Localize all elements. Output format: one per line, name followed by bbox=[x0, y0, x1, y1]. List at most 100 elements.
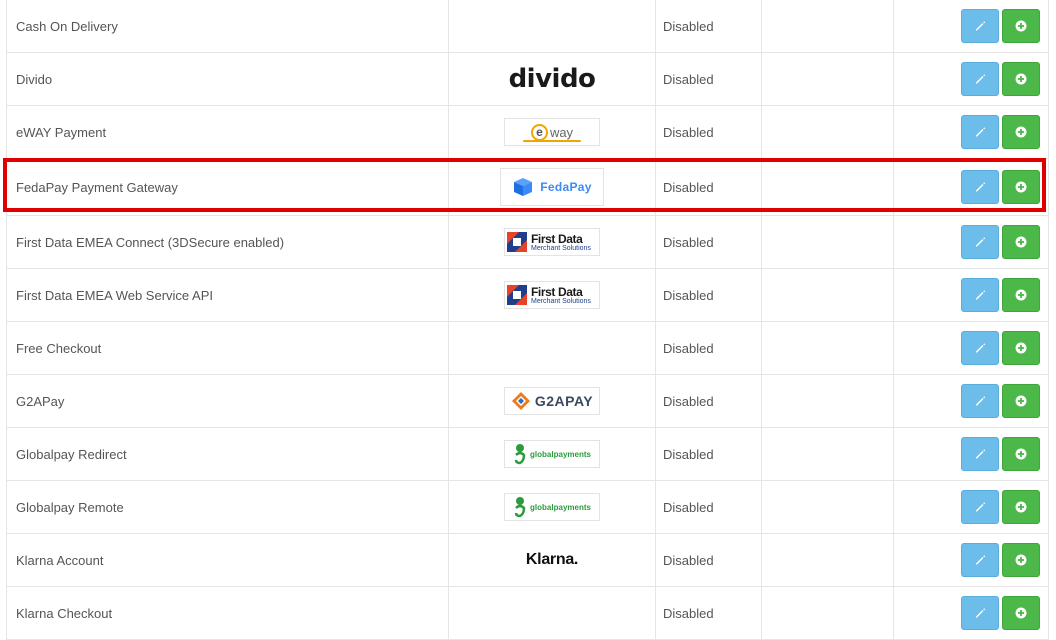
install-button[interactable] bbox=[1002, 596, 1040, 630]
extension-name: Klarna Account bbox=[7, 534, 449, 586]
edit-button[interactable] bbox=[961, 490, 999, 524]
extension-name: Free Checkout bbox=[7, 322, 449, 374]
extension-sort-order bbox=[762, 0, 894, 52]
firstdata-mark-icon bbox=[507, 285, 527, 305]
install-button[interactable] bbox=[1002, 9, 1040, 43]
plus-circle-icon bbox=[1015, 126, 1027, 138]
eway-wordmark: way bbox=[549, 124, 574, 140]
pencil-icon bbox=[976, 182, 986, 192]
table-row: Klarna Account Klarna. Disabled bbox=[7, 534, 1048, 587]
edit-button[interactable] bbox=[961, 543, 999, 577]
install-button[interactable] bbox=[1002, 278, 1040, 312]
install-button[interactable] bbox=[1002, 543, 1040, 577]
extension-actions bbox=[894, 587, 1048, 639]
g2apay-diamond-icon bbox=[511, 392, 530, 410]
table-row: Cash On Delivery Disabled bbox=[7, 0, 1048, 53]
edit-button[interactable] bbox=[961, 331, 999, 365]
firstdata-subtitle: Merchant Solutions bbox=[531, 297, 591, 305]
klarna-logo: Klarna. bbox=[525, 551, 579, 568]
pencil-icon bbox=[976, 608, 986, 618]
install-button[interactable] bbox=[1002, 62, 1040, 96]
extension-logo-cell: First Data Merchant Solutions bbox=[449, 269, 656, 321]
extension-actions bbox=[894, 375, 1048, 427]
firstdata-wordmark: First Data bbox=[531, 231, 583, 246]
fedapay-wordmark: FedaPay bbox=[540, 180, 592, 194]
extension-actions bbox=[894, 106, 1048, 158]
extension-sort-order bbox=[762, 375, 894, 427]
install-button[interactable] bbox=[1002, 490, 1040, 524]
extension-actions bbox=[894, 322, 1048, 374]
table-row: Globalpay Redirect globalpayments Disabl… bbox=[7, 428, 1048, 481]
extension-logo-cell: divido bbox=[449, 53, 656, 105]
extension-sort-order bbox=[762, 53, 894, 105]
globalpayments-wordmark: globalpayments bbox=[530, 502, 591, 512]
extension-status: Disabled bbox=[656, 0, 762, 52]
extension-status: Disabled bbox=[656, 534, 762, 586]
eway-e-mark: e bbox=[530, 123, 548, 141]
extension-status: Disabled bbox=[656, 481, 762, 533]
extension-name: Globalpay Redirect bbox=[7, 428, 449, 480]
firstdata-mark-icon bbox=[507, 232, 527, 252]
plus-circle-icon bbox=[1015, 501, 1027, 513]
extension-logo-cell bbox=[449, 587, 656, 639]
extension-status: Disabled bbox=[656, 322, 762, 374]
extension-actions bbox=[894, 159, 1048, 215]
edit-button[interactable] bbox=[961, 9, 999, 43]
edit-button[interactable] bbox=[961, 437, 999, 471]
pencil-icon bbox=[976, 21, 986, 31]
globalpayments-wordmark: globalpayments bbox=[530, 449, 591, 459]
pencil-icon bbox=[976, 127, 986, 137]
install-button[interactable] bbox=[1002, 225, 1040, 259]
edit-button[interactable] bbox=[961, 62, 999, 96]
extension-sort-order bbox=[762, 159, 894, 215]
extension-logo-cell: e way bbox=[449, 106, 656, 158]
extension-logo-cell: Klarna. bbox=[449, 534, 656, 586]
pencil-icon bbox=[976, 74, 986, 84]
extension-sort-order bbox=[762, 106, 894, 158]
extension-sort-order bbox=[762, 587, 894, 639]
plus-circle-icon bbox=[1015, 236, 1027, 248]
edit-button[interactable] bbox=[961, 278, 999, 312]
extension-status: Disabled bbox=[656, 587, 762, 639]
extension-status: Disabled bbox=[656, 375, 762, 427]
extension-actions bbox=[894, 428, 1048, 480]
table-row: Free Checkout Disabled bbox=[7, 322, 1048, 375]
g2apay-wordmark: G2APAY bbox=[534, 393, 594, 409]
plus-circle-icon bbox=[1015, 342, 1027, 354]
extension-status: Disabled bbox=[656, 53, 762, 105]
extension-name: Klarna Checkout bbox=[7, 587, 449, 639]
extension-logo-cell bbox=[449, 322, 656, 374]
edit-button[interactable] bbox=[961, 170, 999, 204]
extension-actions bbox=[894, 0, 1048, 52]
plus-circle-icon bbox=[1015, 448, 1027, 460]
extension-name: eWAY Payment bbox=[7, 106, 449, 158]
install-button[interactable] bbox=[1002, 437, 1040, 471]
extension-name: G2APay bbox=[7, 375, 449, 427]
extension-sort-order bbox=[762, 428, 894, 480]
globalpayments-logo: globalpayments bbox=[504, 493, 600, 521]
plus-circle-icon bbox=[1015, 289, 1027, 301]
install-button[interactable] bbox=[1002, 115, 1040, 149]
extension-sort-order bbox=[762, 269, 894, 321]
fedapay-logo: FedaPay bbox=[500, 168, 604, 206]
eway-logo: e way bbox=[504, 118, 600, 146]
extension-name: Globalpay Remote bbox=[7, 481, 449, 533]
extension-actions bbox=[894, 53, 1048, 105]
edit-button[interactable] bbox=[961, 596, 999, 630]
extension-logo-cell: FedaPay bbox=[449, 159, 656, 215]
plus-circle-icon bbox=[1015, 73, 1027, 85]
table-row: eWAY Payment e way Disabled bbox=[7, 106, 1048, 159]
extension-name: First Data EMEA Connect (3DSecure enable… bbox=[7, 216, 449, 268]
extension-sort-order bbox=[762, 481, 894, 533]
install-button[interactable] bbox=[1002, 384, 1040, 418]
extension-actions bbox=[894, 534, 1048, 586]
install-button[interactable] bbox=[1002, 170, 1040, 204]
divido-logo: divido bbox=[508, 64, 596, 94]
table-row: Divido divido Disabled bbox=[7, 53, 1048, 106]
extension-sort-order bbox=[762, 216, 894, 268]
edit-button[interactable] bbox=[961, 115, 999, 149]
edit-button[interactable] bbox=[961, 384, 999, 418]
install-button[interactable] bbox=[1002, 331, 1040, 365]
extension-status: Disabled bbox=[656, 428, 762, 480]
edit-button[interactable] bbox=[961, 225, 999, 259]
